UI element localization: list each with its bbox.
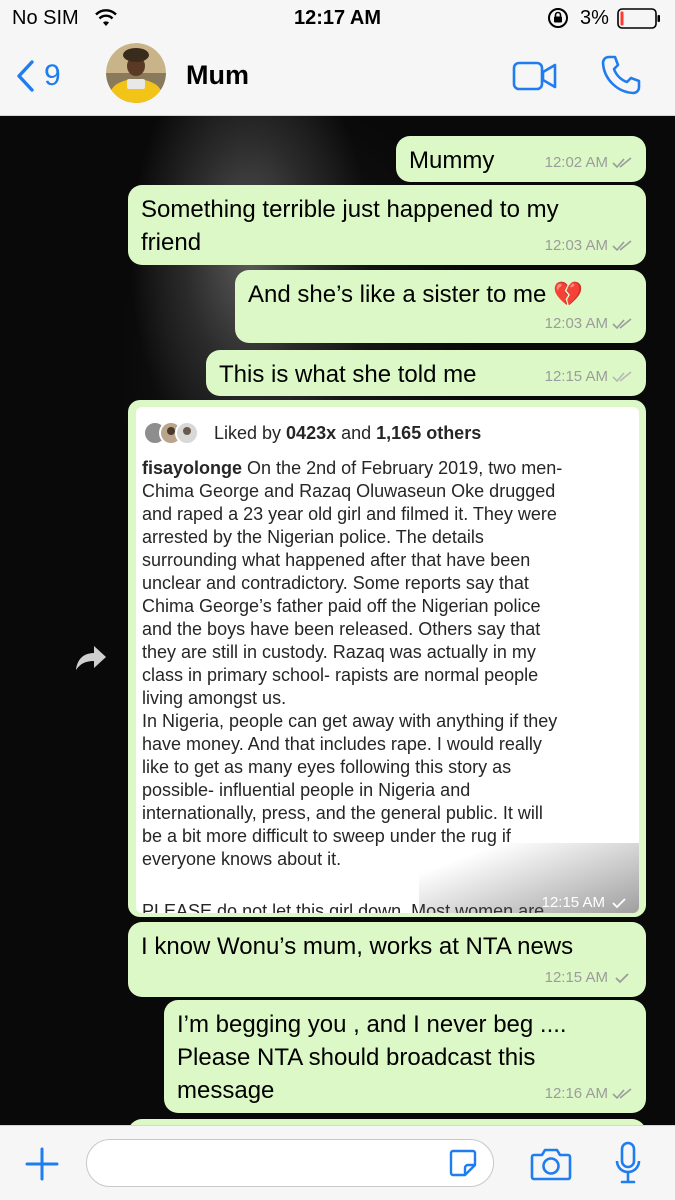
caption-line: and the boys have been released. Others … [142, 619, 541, 639]
back-chevron-icon [17, 60, 34, 92]
sent-tick-icon [615, 972, 629, 983]
message-meta: 12:15 AM [545, 360, 632, 393]
post-username: fisayolonge [142, 458, 243, 478]
message-text: I know Wonu’s mum, works at NTA news [141, 933, 574, 960]
read-ticks-icon [612, 1087, 632, 1099]
liked-prefix: Liked by [214, 422, 282, 443]
message-bubble[interactable]: Mummy 12:02 AM [396, 136, 646, 182]
caption-line: living amongst us. [142, 688, 287, 708]
read-ticks-icon [612, 370, 632, 382]
contact-name[interactable]: Mum [186, 60, 249, 91]
caption-line: they are still in custody. Razaq was act… [142, 642, 536, 662]
forwarded-post-screenshot[interactable]: Liked by 0423x and 1,165 others fisayolo… [136, 407, 639, 913]
liked-user: 0423x [286, 422, 337, 443]
caption-line: arrested by the Nigerian police. The det… [142, 527, 484, 547]
plus-icon[interactable] [24, 1146, 60, 1182]
message-time: 12:03 AM [544, 315, 608, 332]
message-bubble[interactable]: Something terrible just happened to my f… [128, 185, 646, 265]
message-text-line: message [177, 1077, 275, 1104]
unread-count: 9 [44, 59, 61, 92]
read-ticks-icon [612, 317, 632, 329]
message-bubble[interactable]: And she’s like a sister to me 💔 12:03 AM [235, 270, 646, 343]
message-bubble[interactable]: I’m begging you , and I never beg .... P… [164, 1000, 646, 1113]
microphone-icon[interactable] [614, 1141, 642, 1185]
caption-line: Chima George and Razaq Oluwaseun Oke dru… [142, 481, 556, 501]
read-ticks-icon [612, 156, 632, 168]
battery-percent: 3% [580, 7, 609, 29]
message-text: Mummy [409, 147, 495, 174]
message-time: 12:15 AM [544, 368, 608, 385]
forward-icon[interactable] [74, 643, 108, 673]
caption-line: On the 2nd of February 2019, two men- [247, 458, 563, 478]
status-bar: No SIM 12:17 AM 3% [0, 0, 675, 38]
caption-line: everyone knows about it. [142, 849, 342, 869]
liked-others: 1,165 others [376, 422, 482, 443]
message-time: 12:16 AM [544, 1085, 608, 1102]
avatar[interactable] [106, 43, 166, 103]
post-caption: fisayolonge On the 2nd of February 2019,… [142, 457, 632, 871]
chat-header: 9 Mum [0, 38, 675, 116]
caption-line: surrounding what happened after that hav… [142, 550, 531, 570]
caption-line: In Nigeria, people can get away with any… [142, 711, 558, 731]
message-meta: 12:03 AM [545, 229, 632, 262]
chat-area[interactable]: Mummy 12:02 AM Something terrible just h… [0, 116, 675, 1125]
caption-line: possible- influential people in Nigeria … [142, 780, 471, 800]
message-meta: 12:15 AM [545, 961, 632, 994]
message-text-line: Please NTA should broadcast this [177, 1044, 536, 1071]
caption-line: class in primary school- rapists are nor… [142, 665, 539, 685]
video-call-icon[interactable] [512, 60, 558, 92]
message-bubble[interactable]: This is what she told me 12:15 AM [206, 350, 646, 396]
message-meta: 12:15 AM [542, 894, 629, 911]
message-text: This is what she told me [219, 361, 477, 388]
message-time: 12:02 AM [544, 154, 608, 171]
caption-line: internationally, press, and the general … [142, 803, 543, 823]
message-time: 12:15 AM [541, 894, 605, 911]
likes-row: Liked by 0423x and 1,165 others [142, 419, 486, 447]
message-text-line: Something terrible just happened to my [141, 196, 559, 223]
phone-icon[interactable] [600, 54, 642, 96]
liked-and: and [341, 422, 372, 443]
rotation-lock-icon [548, 8, 568, 28]
message-text-line: I’m begging you , and I never beg .... [177, 1011, 567, 1038]
message-text-line: friend [141, 229, 202, 256]
sent-tick-icon [612, 897, 626, 908]
caption-line: Chima George’s father paid off the Niger… [142, 596, 541, 616]
message-meta: 12:16 AM [545, 1077, 632, 1110]
back-button[interactable]: 9 [14, 58, 61, 94]
battery-icon [617, 8, 660, 29]
clock: 12:17 AM [293, 7, 382, 29]
caption-line: unclear and contradictory. Some reports … [142, 573, 529, 593]
composer-bar [0, 1125, 675, 1200]
message-time: 12:03 AM [544, 237, 608, 254]
camera-icon[interactable] [530, 1146, 572, 1182]
message-bubble[interactable]: I know Wonu’s mum, works at NTA news 12:… [128, 922, 646, 997]
liker-avatars-icon [143, 421, 199, 445]
read-ticks-icon [612, 239, 632, 251]
message-time: 12:15 AM [544, 969, 608, 986]
message-input[interactable] [86, 1139, 494, 1187]
message-text: And she’s like a sister to me 💔 [248, 281, 583, 308]
message-meta: 12:03 AM [545, 307, 632, 340]
caption-line: have money. And that includes rape. I wo… [142, 734, 542, 754]
message-meta: 12:02 AM [545, 146, 632, 179]
caption-line: and raped a 23 year old girl and filmed … [142, 504, 557, 524]
caption-line: like to get as many eyes following this … [142, 757, 512, 777]
sticker-icon[interactable] [448, 1148, 478, 1178]
